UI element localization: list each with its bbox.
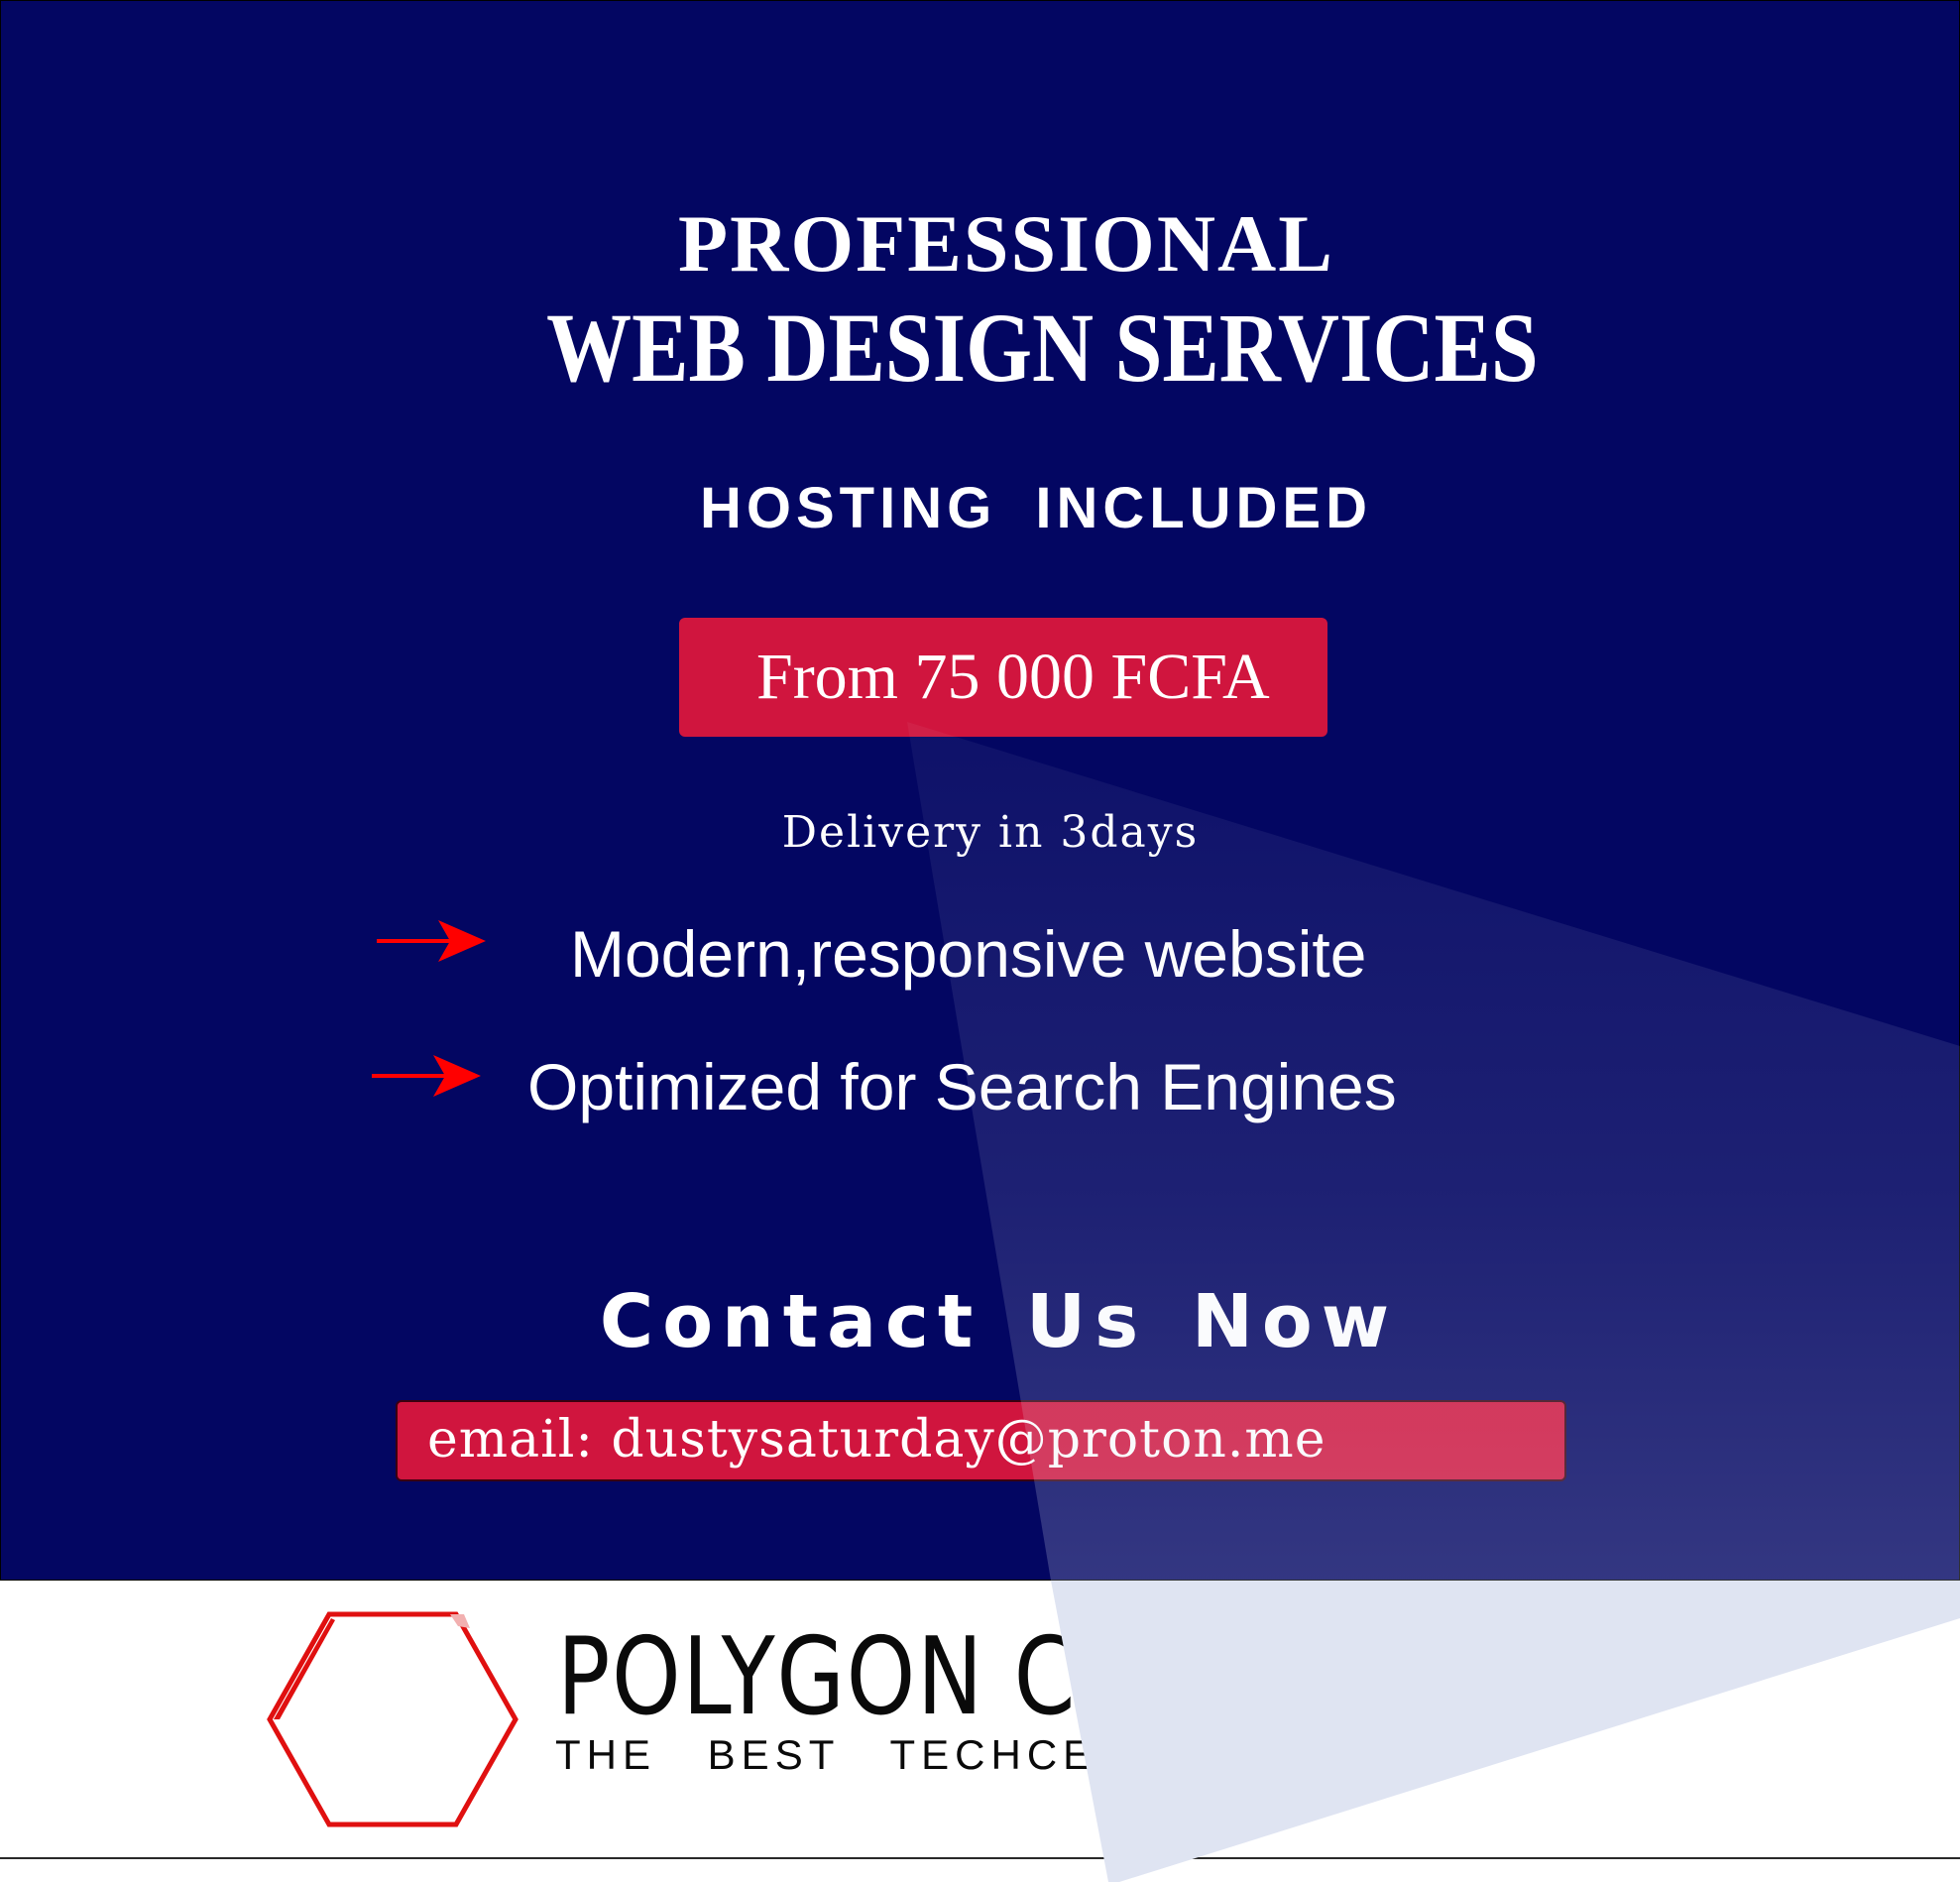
arrow-right-icon	[377, 920, 486, 962]
bottom-divider	[0, 1857, 1960, 1859]
feature-item-responsive: Modern,responsive website	[570, 917, 1367, 991]
subhead-hosting-included: HOSTING INCLUDED	[700, 476, 1372, 540]
brand-tagline: THE BEST TECHCENTER	[555, 1731, 1234, 1778]
headline-web-design-services: WEB DESIGN SERVICES	[546, 293, 1539, 403]
contact-heading: Contact Us Now	[599, 1279, 1399, 1364]
poster: PROFESSIONAL WEB DESIGN SERVICES HOSTING…	[0, 0, 1960, 1882]
feature-item-seo: Optimized for Search Engines	[527, 1050, 1397, 1123]
delivery-text: Delivery in 3days	[781, 807, 1200, 858]
price-badge: From 75 000 FCFA	[679, 618, 1327, 737]
brand-name: POLYGON CORP	[557, 1615, 1265, 1739]
hexagon-icon	[267, 1611, 519, 1827]
headline-professional: PROFESSIONAL	[678, 198, 1334, 289]
email-badge: email: dustysaturday@proton.me	[396, 1400, 1566, 1481]
arrow-right-icon	[372, 1055, 481, 1097]
